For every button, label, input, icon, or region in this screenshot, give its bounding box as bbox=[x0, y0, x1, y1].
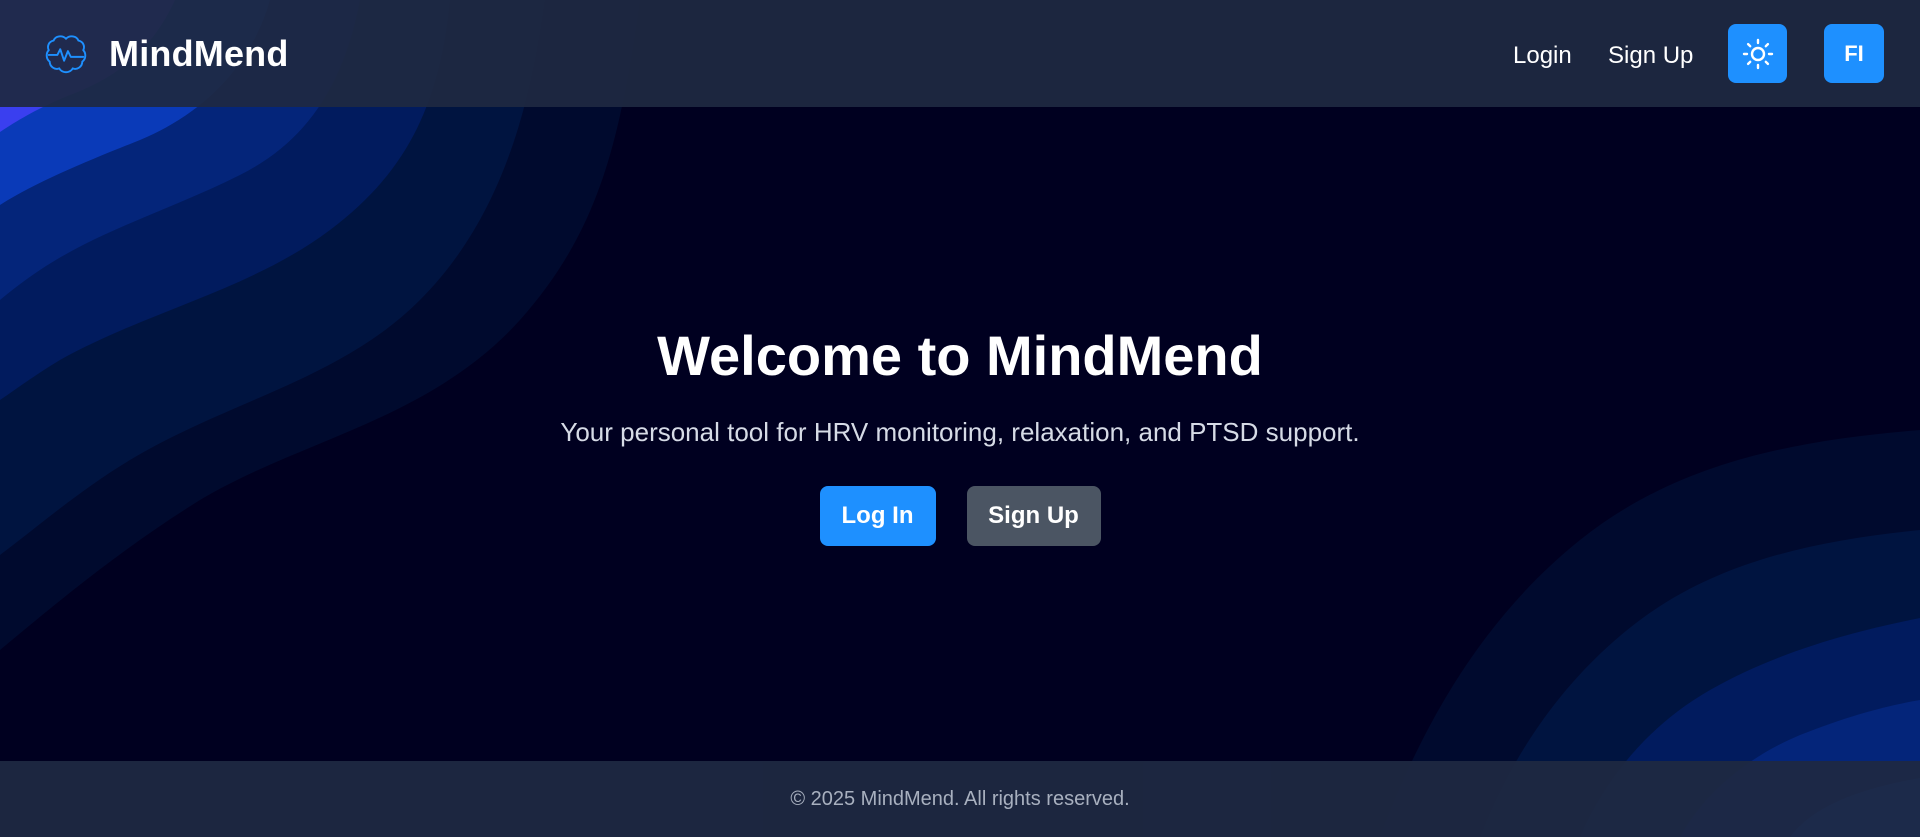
nav-login-link[interactable]: Login bbox=[1513, 36, 1572, 76]
hero-subtitle: Your personal tool for HRV monitoring, r… bbox=[560, 417, 1360, 447]
brand-home-link[interactable]: MindMend bbox=[43, 31, 289, 77]
nav-signup-link[interactable]: Sign Up bbox=[1608, 36, 1693, 76]
theme-toggle-button[interactable] bbox=[1728, 24, 1787, 83]
user-avatar-button[interactable]: FI bbox=[1824, 24, 1884, 83]
hero-section: Welcome to MindMend Your personal tool f… bbox=[0, 107, 1920, 761]
brand-name: MindMend bbox=[109, 33, 289, 74]
hero-title: Welcome to MindMend bbox=[657, 324, 1263, 387]
brain-pulse-icon bbox=[45, 35, 87, 74]
top-navbar: MindMend Login Sign Up FI bbox=[0, 0, 1920, 107]
sun-icon bbox=[1742, 38, 1773, 69]
hero-actions: Log In Sign Up bbox=[0, 486, 1920, 546]
hero-signup-button[interactable]: Sign Up bbox=[966, 486, 1101, 546]
hero-login-button[interactable]: Log In bbox=[819, 486, 936, 546]
page-footer: © 2025 MindMend. All rights reserved. bbox=[0, 761, 1920, 837]
landing-page: MindMend Login Sign Up FI Welcome to Min… bbox=[0, 0, 1920, 837]
footer-copyright: © 2025 MindMend. All rights reserved. bbox=[790, 787, 1130, 810]
